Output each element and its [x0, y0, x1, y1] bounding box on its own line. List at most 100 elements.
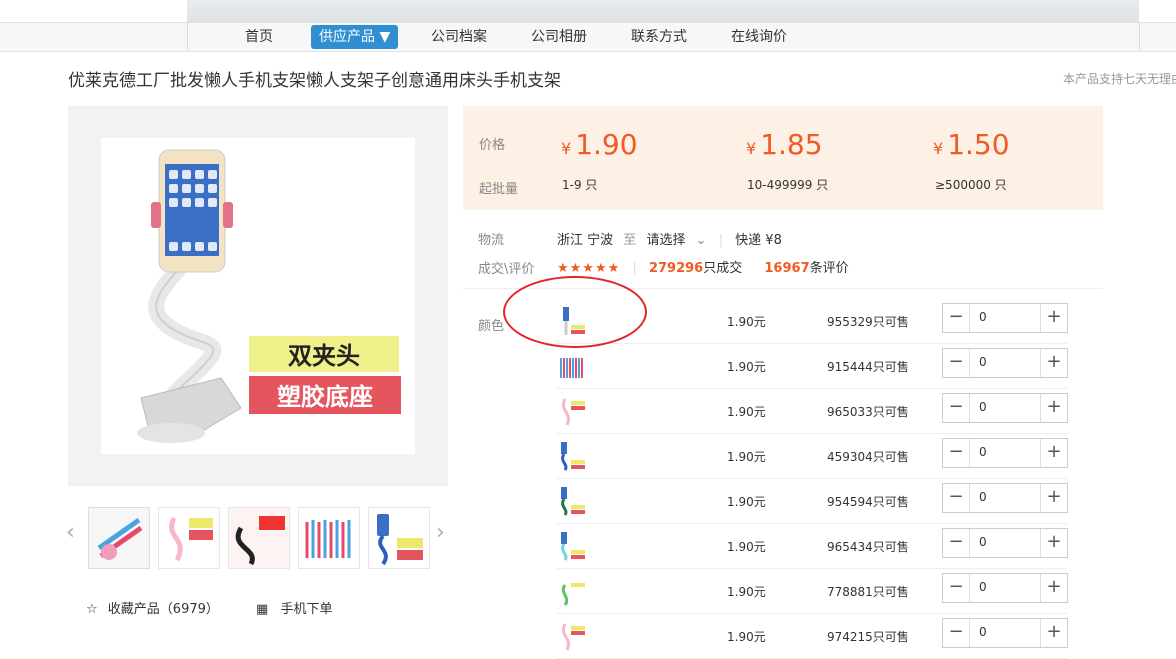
thumb-next-icon[interactable]: › — [436, 520, 445, 545]
quantity-stepper: −0 + — [942, 483, 1068, 513]
express-fee: 快递 ¥8 — [735, 233, 782, 248]
sku-stock: 459304只可售 — [827, 450, 909, 464]
sku-thumb[interactable] — [557, 440, 589, 472]
sku-thumb[interactable] — [557, 575, 589, 607]
quantity-input[interactable]: 0 — [979, 355, 987, 369]
sku-price: 1.90元 — [727, 315, 766, 329]
sku-price: 1.90元 — [727, 405, 766, 419]
decrement-button[interactable]: − — [943, 529, 970, 557]
quantity-input[interactable]: 0 — [979, 625, 987, 639]
sku-stock: 915444只可售 — [827, 360, 909, 374]
separator: | — [632, 261, 637, 276]
sku-price: 1.90元 — [727, 450, 766, 464]
sku-row: 1.90元 954594只可售 −0 + — [557, 479, 1068, 524]
decrement-button[interactable]: − — [943, 349, 970, 377]
increment-button[interactable]: + — [1040, 304, 1067, 332]
thumbnail[interactable] — [368, 507, 430, 569]
quantity-input[interactable]: 0 — [979, 490, 987, 504]
nav-home[interactable]: 首页 — [245, 27, 273, 47]
quantity-input[interactable]: 0 — [979, 445, 987, 459]
badge-plastic-base: 塑胶底座 — [277, 383, 373, 411]
favorite-product-link[interactable]: ☆ 收藏产品（6979） — [86, 598, 219, 617]
quantity-stepper: −0 + — [942, 528, 1068, 558]
badge-double-clip: 双夹头 — [288, 342, 360, 370]
main-product-image[interactable]: 双夹头 塑胶底座 — [68, 106, 448, 486]
moq-label: 起批量 — [479, 182, 519, 197]
nav-products[interactable]: 供应产品 ▼ — [311, 25, 399, 49]
sku-row: 1.90元 965033只可售 −0 + — [557, 389, 1068, 434]
sku-thumb[interactable] — [557, 485, 589, 517]
thumbnail[interactable] — [88, 507, 150, 569]
sku-stock: 954594只可售 — [827, 495, 909, 509]
thumbnail[interactable] — [298, 507, 360, 569]
thumb-image — [159, 508, 219, 568]
sku-row: 1.90元 915444只可售 −0 + — [557, 344, 1068, 389]
to-word: 至 — [623, 233, 637, 248]
product-title: 优莱克德工厂批发懒人手机支架懒人支架子创意通用床头手机支架 — [68, 71, 561, 91]
sku-row: 1.90元 778881只可售 −0 + — [557, 569, 1068, 614]
quantity-input[interactable]: 0 — [979, 580, 987, 594]
quantity-input[interactable]: 0 — [979, 400, 987, 414]
deals-label: 成交\评价 — [478, 262, 535, 277]
tier-qty: 10-499999 只 — [747, 178, 829, 192]
increment-button[interactable]: + — [1040, 349, 1067, 377]
increment-button[interactable]: + — [1040, 484, 1067, 512]
nav-inquiry[interactable]: 在线询价 — [731, 27, 787, 47]
thumb-image — [299, 508, 359, 568]
decrement-button[interactable]: − — [943, 619, 970, 647]
decrement-button[interactable]: − — [943, 394, 970, 422]
tier-qty: 1-9 只 — [562, 178, 598, 192]
decrement-button[interactable]: − — [943, 484, 970, 512]
sku-row: 1.90元 974215只可售 −0 + — [557, 614, 1068, 659]
product-image-canvas: 双夹头 塑胶底座 — [101, 138, 415, 454]
color-label: 颜色 — [478, 319, 505, 334]
nav-company-profile[interactable]: 公司档案 — [431, 27, 487, 47]
nav-contact[interactable]: 联系方式 — [631, 27, 687, 47]
sku-stock: 965033只可售 — [827, 405, 909, 419]
thumbnail[interactable] — [228, 507, 290, 569]
sku-thumb[interactable] — [557, 620, 589, 652]
nav-divider — [187, 23, 188, 51]
sku-thumb[interactable] — [557, 530, 589, 562]
tier-price: ¥1.90 — [561, 128, 638, 161]
increment-button[interactable]: + — [1040, 619, 1067, 647]
favorite-label: 收藏产品（6979） — [107, 602, 219, 617]
increment-button[interactable]: + — [1040, 529, 1067, 557]
top-banner-strip — [0, 0, 1176, 22]
decrement-button[interactable]: − — [943, 574, 970, 602]
thumb-prev-icon[interactable]: ‹ — [66, 520, 75, 545]
review-suffix[interactable]: 条评价 — [810, 261, 849, 276]
sku-thumb[interactable] — [557, 395, 589, 427]
mobile-order-link[interactable]: ▦ 手机下单 — [256, 598, 332, 617]
ship-from: 浙江 宁波 — [557, 233, 614, 248]
increment-button[interactable]: + — [1040, 439, 1067, 467]
sku-price: 1.90元 — [727, 495, 766, 509]
quantity-stepper: −0 + — [942, 618, 1068, 648]
quantity-stepper: −0 + — [942, 573, 1068, 603]
increment-button[interactable]: + — [1040, 394, 1067, 422]
destination-select[interactable]: 请选择 — [646, 233, 685, 248]
quantity-input[interactable]: 0 — [979, 310, 987, 324]
sku-price: 1.90元 — [727, 585, 766, 599]
sku-thumb[interactable] — [557, 350, 589, 382]
return-policy-note: 本产品支持七天无理由 — [1063, 72, 1176, 86]
nav-company-album[interactable]: 公司相册 — [531, 27, 587, 47]
logistics-label: 物流 — [478, 233, 505, 248]
review-count[interactable]: 16967 — [764, 261, 809, 276]
decrement-button[interactable]: − — [943, 439, 970, 467]
increment-button[interactable]: + — [1040, 574, 1067, 602]
thumb-image — [89, 508, 149, 568]
quantity-input[interactable]: 0 — [979, 535, 987, 549]
thumbnail[interactable] — [158, 507, 220, 569]
quantity-stepper: −0 + — [942, 348, 1068, 378]
tier-price: ¥1.50 — [933, 128, 1010, 161]
sku-stock: 974215只可售 — [827, 630, 909, 644]
quantity-stepper: −0 + — [942, 393, 1068, 423]
decrement-button[interactable]: − — [943, 304, 970, 332]
sku-stock: 955329只可售 — [827, 315, 909, 329]
sold-count: 279296 — [648, 261, 704, 276]
red-annotation-circle — [503, 276, 647, 348]
chevron-down-icon[interactable]: ⌄ — [696, 233, 707, 248]
sku-price: 1.90元 — [727, 360, 766, 374]
rating-stars-icon: ★★★★★ — [557, 261, 621, 276]
